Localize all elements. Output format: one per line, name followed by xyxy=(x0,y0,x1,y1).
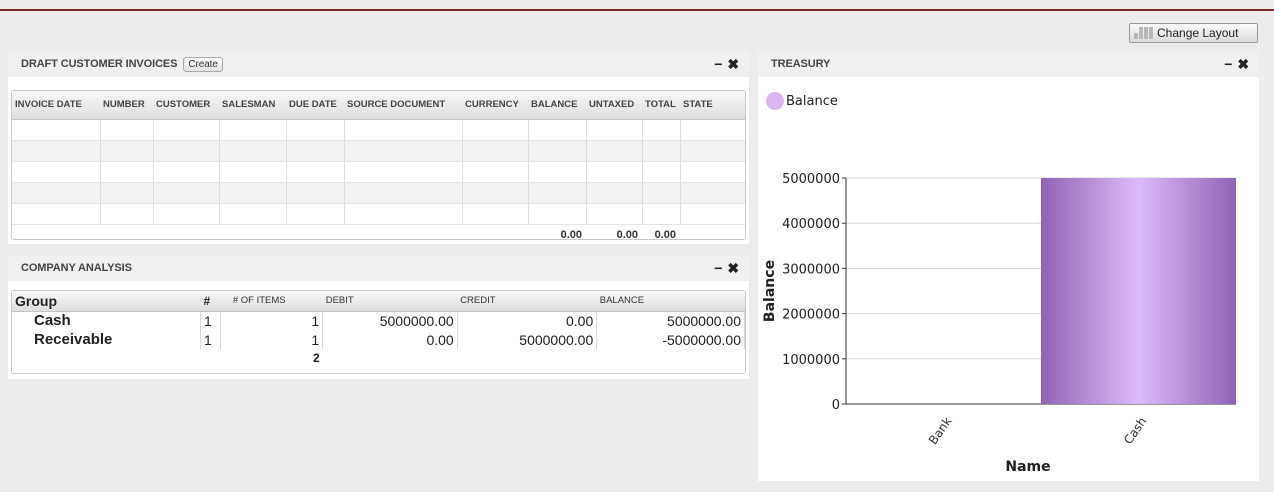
table-row xyxy=(12,182,745,204)
table-row[interactable]: Cash 1 1 5000000.00 0.00 5000000.00 xyxy=(12,311,745,330)
company-analysis-grid: Group # # OF ITEMS DEBIT CREDIT BALANCE … xyxy=(11,290,746,374)
col-balance[interactable]: BALANCE xyxy=(596,291,745,312)
company-analysis-panel: COMPANY ANALYSIS − ✖ Group # # OF ITEMS … xyxy=(8,255,749,379)
minus-icon[interactable]: − xyxy=(714,56,722,73)
treasury-chart: Balance 0 1000000 2000000 3000000 4000000 500… xyxy=(758,77,1259,481)
col-credit[interactable]: CREDIT xyxy=(457,291,597,312)
group-cell: Receivable xyxy=(12,330,201,349)
total-untaxed: 0.00 xyxy=(616,229,638,240)
col-state[interactable]: STATE xyxy=(680,91,745,120)
table-row[interactable]: Receivable 1 1 0.00 5000000.00 -5000000.… xyxy=(12,330,745,349)
invoices-grid: INVOICE DATE NUMBER CUSTOMER SALESMAN DU… xyxy=(11,90,746,240)
col-total[interactable]: TOTAL xyxy=(642,91,680,120)
items-cell: 1 xyxy=(220,311,324,330)
close-icon[interactable]: ✖ xyxy=(727,260,739,277)
treasury-panel: TREASURY − ✖ Balance 0 1000000 2000000 3000… xyxy=(758,51,1259,481)
col-count[interactable]: # xyxy=(200,291,221,312)
col-customer[interactable]: CUSTOMER xyxy=(153,91,219,120)
col-invoice-date[interactable]: INVOICE DATE xyxy=(12,91,100,120)
x-tick-label: Cash xyxy=(1121,415,1149,447)
x-axis-label: Name xyxy=(1005,459,1050,475)
layout-icon xyxy=(1134,27,1153,39)
group-cell: Cash xyxy=(12,311,201,330)
col-group[interactable]: Group xyxy=(12,291,201,312)
close-icon[interactable]: ✖ xyxy=(1237,56,1249,73)
col-balance[interactable]: BALANCE xyxy=(528,91,586,120)
close-icon[interactable]: ✖ xyxy=(727,56,739,73)
create-invoice-button[interactable]: Create xyxy=(183,56,223,72)
count-cell: 1 xyxy=(200,311,222,330)
count-cell: 1 xyxy=(200,330,222,349)
change-layout-button[interactable]: Change Layout xyxy=(1129,23,1258,43)
col-debit[interactable]: DEBIT xyxy=(322,291,458,312)
col-currency[interactable]: CURRENCY xyxy=(462,91,528,120)
draft-invoices-title: DRAFT CUSTOMER INVOICES xyxy=(21,58,178,70)
top-border xyxy=(0,0,1274,11)
col-untaxed[interactable]: UNTAXED xyxy=(586,91,642,120)
total-balance: 0.00 xyxy=(560,229,582,240)
treasury-title: TREASURY xyxy=(771,58,831,70)
y-tick-label: 0 xyxy=(832,398,840,413)
company-analysis-title: COMPANY ANALYSIS xyxy=(21,262,132,274)
debit-cell: 0.00 xyxy=(322,330,458,349)
minus-icon[interactable]: − xyxy=(714,260,722,277)
totals-row: 0.00 0.00 0.00 xyxy=(12,224,745,240)
col-items[interactable]: # OF ITEMS xyxy=(220,291,323,312)
y-tick-label: 4000000 xyxy=(782,217,840,232)
balance-cell: 5000000.00 xyxy=(596,311,745,330)
company-analysis-header: COMPANY ANALYSIS − ✖ xyxy=(8,255,749,281)
minus-icon[interactable]: − xyxy=(1224,56,1232,73)
table-row xyxy=(12,140,745,162)
table-row xyxy=(12,203,745,225)
x-tick-label: Bank xyxy=(926,414,955,447)
credit-cell: 5000000.00 xyxy=(457,330,598,349)
bar xyxy=(1041,178,1236,404)
col-salesman[interactable]: SALESMAN xyxy=(219,91,286,120)
total-total: 0.00 xyxy=(654,229,676,240)
col-due-date[interactable]: DUE DATE xyxy=(286,91,344,120)
y-axis-label: Balance xyxy=(762,260,778,322)
draft-invoices-panel: DRAFT CUSTOMER INVOICES Create − ✖ INVOI… xyxy=(8,51,749,244)
table-row xyxy=(12,119,745,141)
debit-cell: 5000000.00 xyxy=(322,311,458,330)
change-layout-label: Change Layout xyxy=(1157,26,1239,40)
footer-items: 2 xyxy=(313,351,320,365)
y-tick-label: 1000000 xyxy=(782,353,840,368)
draft-invoices-header: DRAFT CUSTOMER INVOICES Create − ✖ xyxy=(8,51,749,77)
y-tick-label: 2000000 xyxy=(782,308,840,323)
balance-cell: -5000000.00 xyxy=(596,330,745,349)
y-tick-label: 5000000 xyxy=(782,172,840,187)
bar-chart: 0 1000000 2000000 3000000 4000000 5000000 Bank… xyxy=(762,172,1236,475)
y-tick-label: 3000000 xyxy=(782,262,840,277)
col-source-document[interactable]: SOURCE DOCUMENT xyxy=(344,91,462,120)
treasury-header: TREASURY − ✖ xyxy=(758,51,1259,77)
table-row xyxy=(12,161,745,183)
col-number[interactable]: NUMBER xyxy=(100,91,153,120)
footer-row: 2 xyxy=(12,349,745,367)
credit-cell: 0.00 xyxy=(457,311,598,330)
items-cell: 1 xyxy=(220,330,324,349)
